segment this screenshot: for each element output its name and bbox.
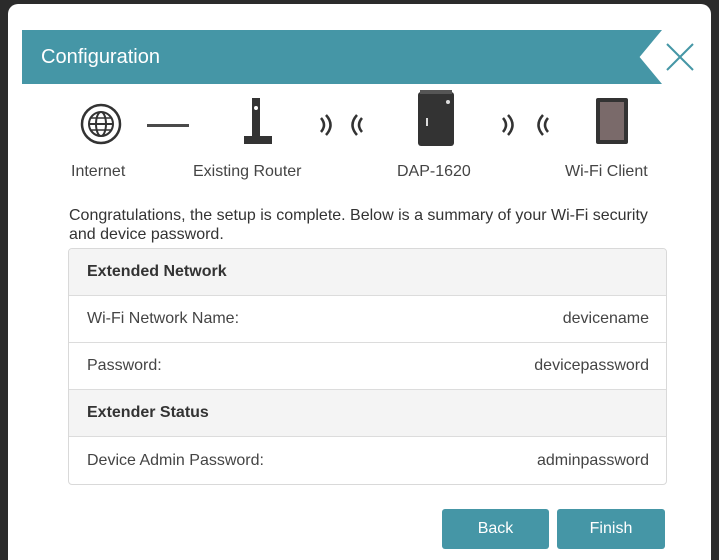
globe-icon	[80, 103, 122, 145]
password-value: devicepassword	[534, 357, 649, 374]
extender-device	[416, 88, 456, 153]
dialog-title: Configuration	[41, 46, 160, 68]
network-diagram: Internet Existing Router DAP-1620 Wi-Fi …	[8, 88, 711, 188]
section-title: Extender Status	[87, 404, 209, 421]
device-label-extender: DAP-1620	[397, 163, 471, 180]
table-row: Password: devicepassword	[69, 343, 666, 390]
section-header-extended-network: Extended Network	[69, 249, 666, 296]
configuration-dialog: Configuration Internet Existing Router D…	[8, 4, 711, 560]
extender-icon	[418, 90, 454, 146]
wireless-signal-icon-2	[502, 114, 549, 136]
router-icon	[244, 98, 272, 144]
device-label-client: Wi-Fi Client	[565, 163, 648, 180]
finish-button[interactable]: Finish	[557, 509, 665, 549]
wired-connection-line	[147, 124, 189, 127]
section-title: Extended Network	[87, 263, 227, 280]
wifi-name-label: Wi-Fi Network Name:	[87, 310, 240, 327]
admin-password-label: Device Admin Password:	[87, 451, 264, 469]
back-button[interactable]: Back	[442, 509, 549, 549]
close-icon	[666, 43, 694, 71]
table-row: Wi-Fi Network Name: devicename	[69, 296, 666, 343]
device-label-router: Existing Router	[193, 163, 302, 180]
intro-text: Congratulations, the setup is complete. …	[69, 207, 648, 243]
admin-password-value: adminpassword	[536, 451, 649, 469]
tablet-icon	[596, 98, 628, 144]
table-row: Device Admin Password: adminpassword	[69, 437, 666, 484]
router-device	[240, 96, 276, 153]
wireless-signal-icon	[320, 114, 363, 136]
client-device	[594, 96, 630, 151]
section-header-extender-status: Extender Status	[69, 390, 666, 437]
internet-device	[79, 102, 123, 151]
wifi-name-value: devicename	[562, 310, 649, 327]
summary-table: Extended Network Wi-Fi Network Name: dev…	[68, 248, 667, 485]
close-button[interactable]	[663, 40, 697, 74]
password-label: Password:	[87, 357, 162, 374]
device-label-internet: Internet	[71, 163, 126, 180]
